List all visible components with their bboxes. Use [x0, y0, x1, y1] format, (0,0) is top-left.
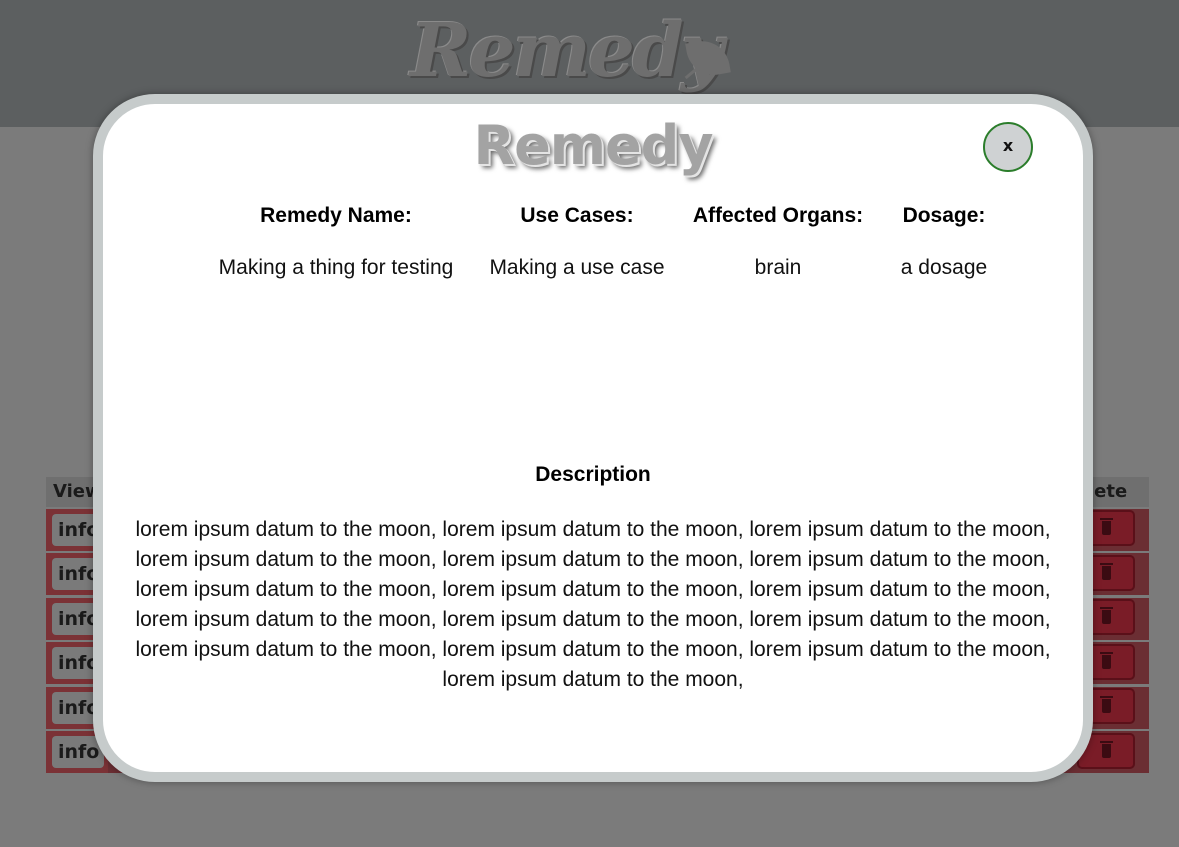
- close-button[interactable]: x: [983, 122, 1033, 172]
- description-text: lorem ipsum datum to the moon, lorem ips…: [135, 518, 1051, 691]
- dosage-value: a dosage: [900, 256, 988, 279]
- affected-organs-label: Affected Organs:: [692, 204, 864, 227]
- use-cases-value: Making a use case: [489, 256, 665, 279]
- delete-column-header: lete: [1088, 481, 1128, 502]
- remedy-name-value: Making a thing for testing: [218, 256, 454, 279]
- remedy-name-label: Remedy Name:: [260, 204, 412, 227]
- trash-icon: [1100, 652, 1113, 669]
- dosage-label: Dosage:: [902, 204, 986, 227]
- use-cases-column: Use Cases: Making a use case: [477, 204, 677, 280]
- trash-icon: [1100, 741, 1113, 758]
- description-title: Description: [535, 463, 651, 486]
- trash-icon: [1100, 563, 1113, 580]
- modal-logo: Remedy: [473, 114, 714, 177]
- use-cases-label: Use Cases:: [520, 204, 634, 227]
- app-logo: Remedy: [410, 8, 724, 94]
- remedy-name-column: Remedy Name: Making a thing for testing: [203, 204, 469, 280]
- affected-organs-column: Affected Organs: brain: [683, 204, 873, 280]
- dosage-column: Dosage: a dosage: [879, 204, 1009, 280]
- remedy-detail-modal: Remedy x Remedy Name: Making a thing for…: [93, 94, 1093, 782]
- trash-icon: [1100, 518, 1113, 535]
- trash-icon: [1100, 607, 1113, 624]
- affected-organs-value: brain: [754, 256, 802, 279]
- trash-icon: [1100, 696, 1113, 713]
